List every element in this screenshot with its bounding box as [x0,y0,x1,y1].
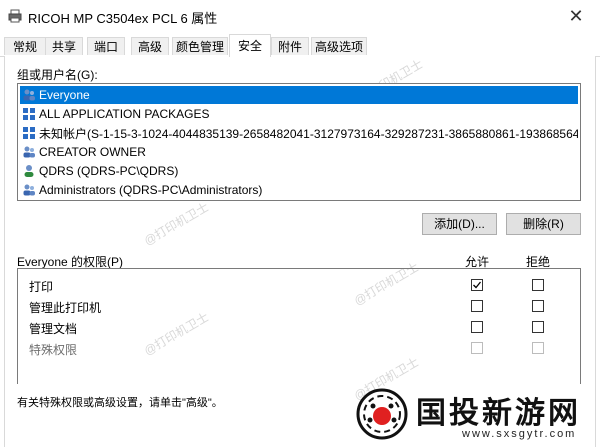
close-button[interactable]: ✕ [556,0,596,32]
user-name: QDRS (QDRS-PC\QDRS) [39,164,179,178]
list-item-everyone[interactable]: Everyone [20,86,578,104]
tab-advanced-options[interactable]: 高级选项 [311,37,367,55]
allow-checkbox-special [471,342,483,354]
list-item-creator-owner[interactable]: CREATOR OWNER [20,143,578,161]
permission-row-special: 特殊权限 [18,338,580,359]
printer-icon [8,9,22,23]
packages-icon [23,108,35,120]
tab-attachments[interactable]: 附件 [271,37,309,55]
checkmark-icon [473,281,482,289]
remove-button[interactable]: 删除(R) [506,213,581,235]
list-item-all-application-packages[interactable]: ALL APPLICATION PACKAGES [20,105,578,123]
user-group-icon [23,184,35,196]
permission-name: 特殊权限 [29,343,78,357]
tab-sharing[interactable]: 共享 [45,37,83,55]
allow-checkbox-manage-documents[interactable] [471,321,483,333]
group-user-label: 组或用户名(G): [17,68,98,82]
permission-name: 打印 [29,280,54,294]
allow-checkbox-print[interactable] [471,279,483,291]
deny-checkbox-special [532,342,544,354]
tab-strip: 常规 共享 端口 高级 颜色管理 安全 附件 高级选项 [0,34,600,57]
deny-checkbox-print[interactable] [532,279,544,291]
window-title: RICOH MP C3504ex PCL 6 属性 [28,11,218,26]
permission-row-manage-printer: 管理此打印机 [18,296,580,317]
allow-checkbox-manage-printer[interactable] [471,300,483,312]
tab-security[interactable]: 安全 [229,34,271,57]
user-group-icon [23,146,35,158]
permission-name: 管理此打印机 [29,301,102,315]
unknown-account-icon [23,127,35,139]
close-icon: ✕ [568,5,584,26]
list-item-unknown-account[interactable]: 未知帐户(S-1-15-3-1024-4044835139-2658482041… [20,124,578,142]
permission-name: 管理文档 [29,322,78,336]
list-item-administrators[interactable]: Administrators (QDRS-PC\Administrators) [20,181,578,199]
user-name: ALL APPLICATION PACKAGES [39,107,210,121]
user-name: 未知帐户(S-1-15-3-1024-4044835139-2658482041… [39,126,578,141]
user-icon [24,165,34,177]
permission-row-manage-documents: 管理文档 [18,317,580,338]
add-button[interactable]: 添加(D)... [422,213,497,235]
title-bar: RICOH MP C3504ex PCL 6 属性 ✕ [0,0,600,32]
brand-url: www.sxsgytr.com [462,428,577,440]
advanced-hint-text: 有关特殊权限或高级设置，请单击"高级"。 [17,397,223,409]
deny-checkbox-manage-printer[interactable] [532,300,544,312]
brand-watermark: 国投新游网 www.sxsgytr.com [350,382,600,447]
user-name: Everyone [39,88,90,102]
brand-name: 国投新游网 [416,396,581,431]
permission-row-print: 打印 [18,275,580,296]
user-group-icon [23,89,35,101]
list-item-qdrs[interactable]: QDRS (QDRS-PC\QDRS) [20,162,578,180]
user-name: CREATOR OWNER [39,145,146,159]
permissions-table: 打印 管理此打印机 管理文档 特殊权限 [17,268,581,384]
tab-advanced[interactable]: 高级 [131,37,169,55]
brand-logo-icon [356,388,408,440]
tab-general[interactable]: 常规 [4,37,46,55]
user-list[interactable]: Everyone ALL APPLICATION PACKAGES 未知帐户(S… [17,83,581,201]
tab-color-management[interactable]: 颜色管理 [172,37,228,55]
deny-checkbox-manage-documents[interactable] [532,321,544,333]
tab-ports[interactable]: 端口 [87,37,125,55]
user-name: Administrators (QDRS-PC\Administrators) [39,183,263,197]
